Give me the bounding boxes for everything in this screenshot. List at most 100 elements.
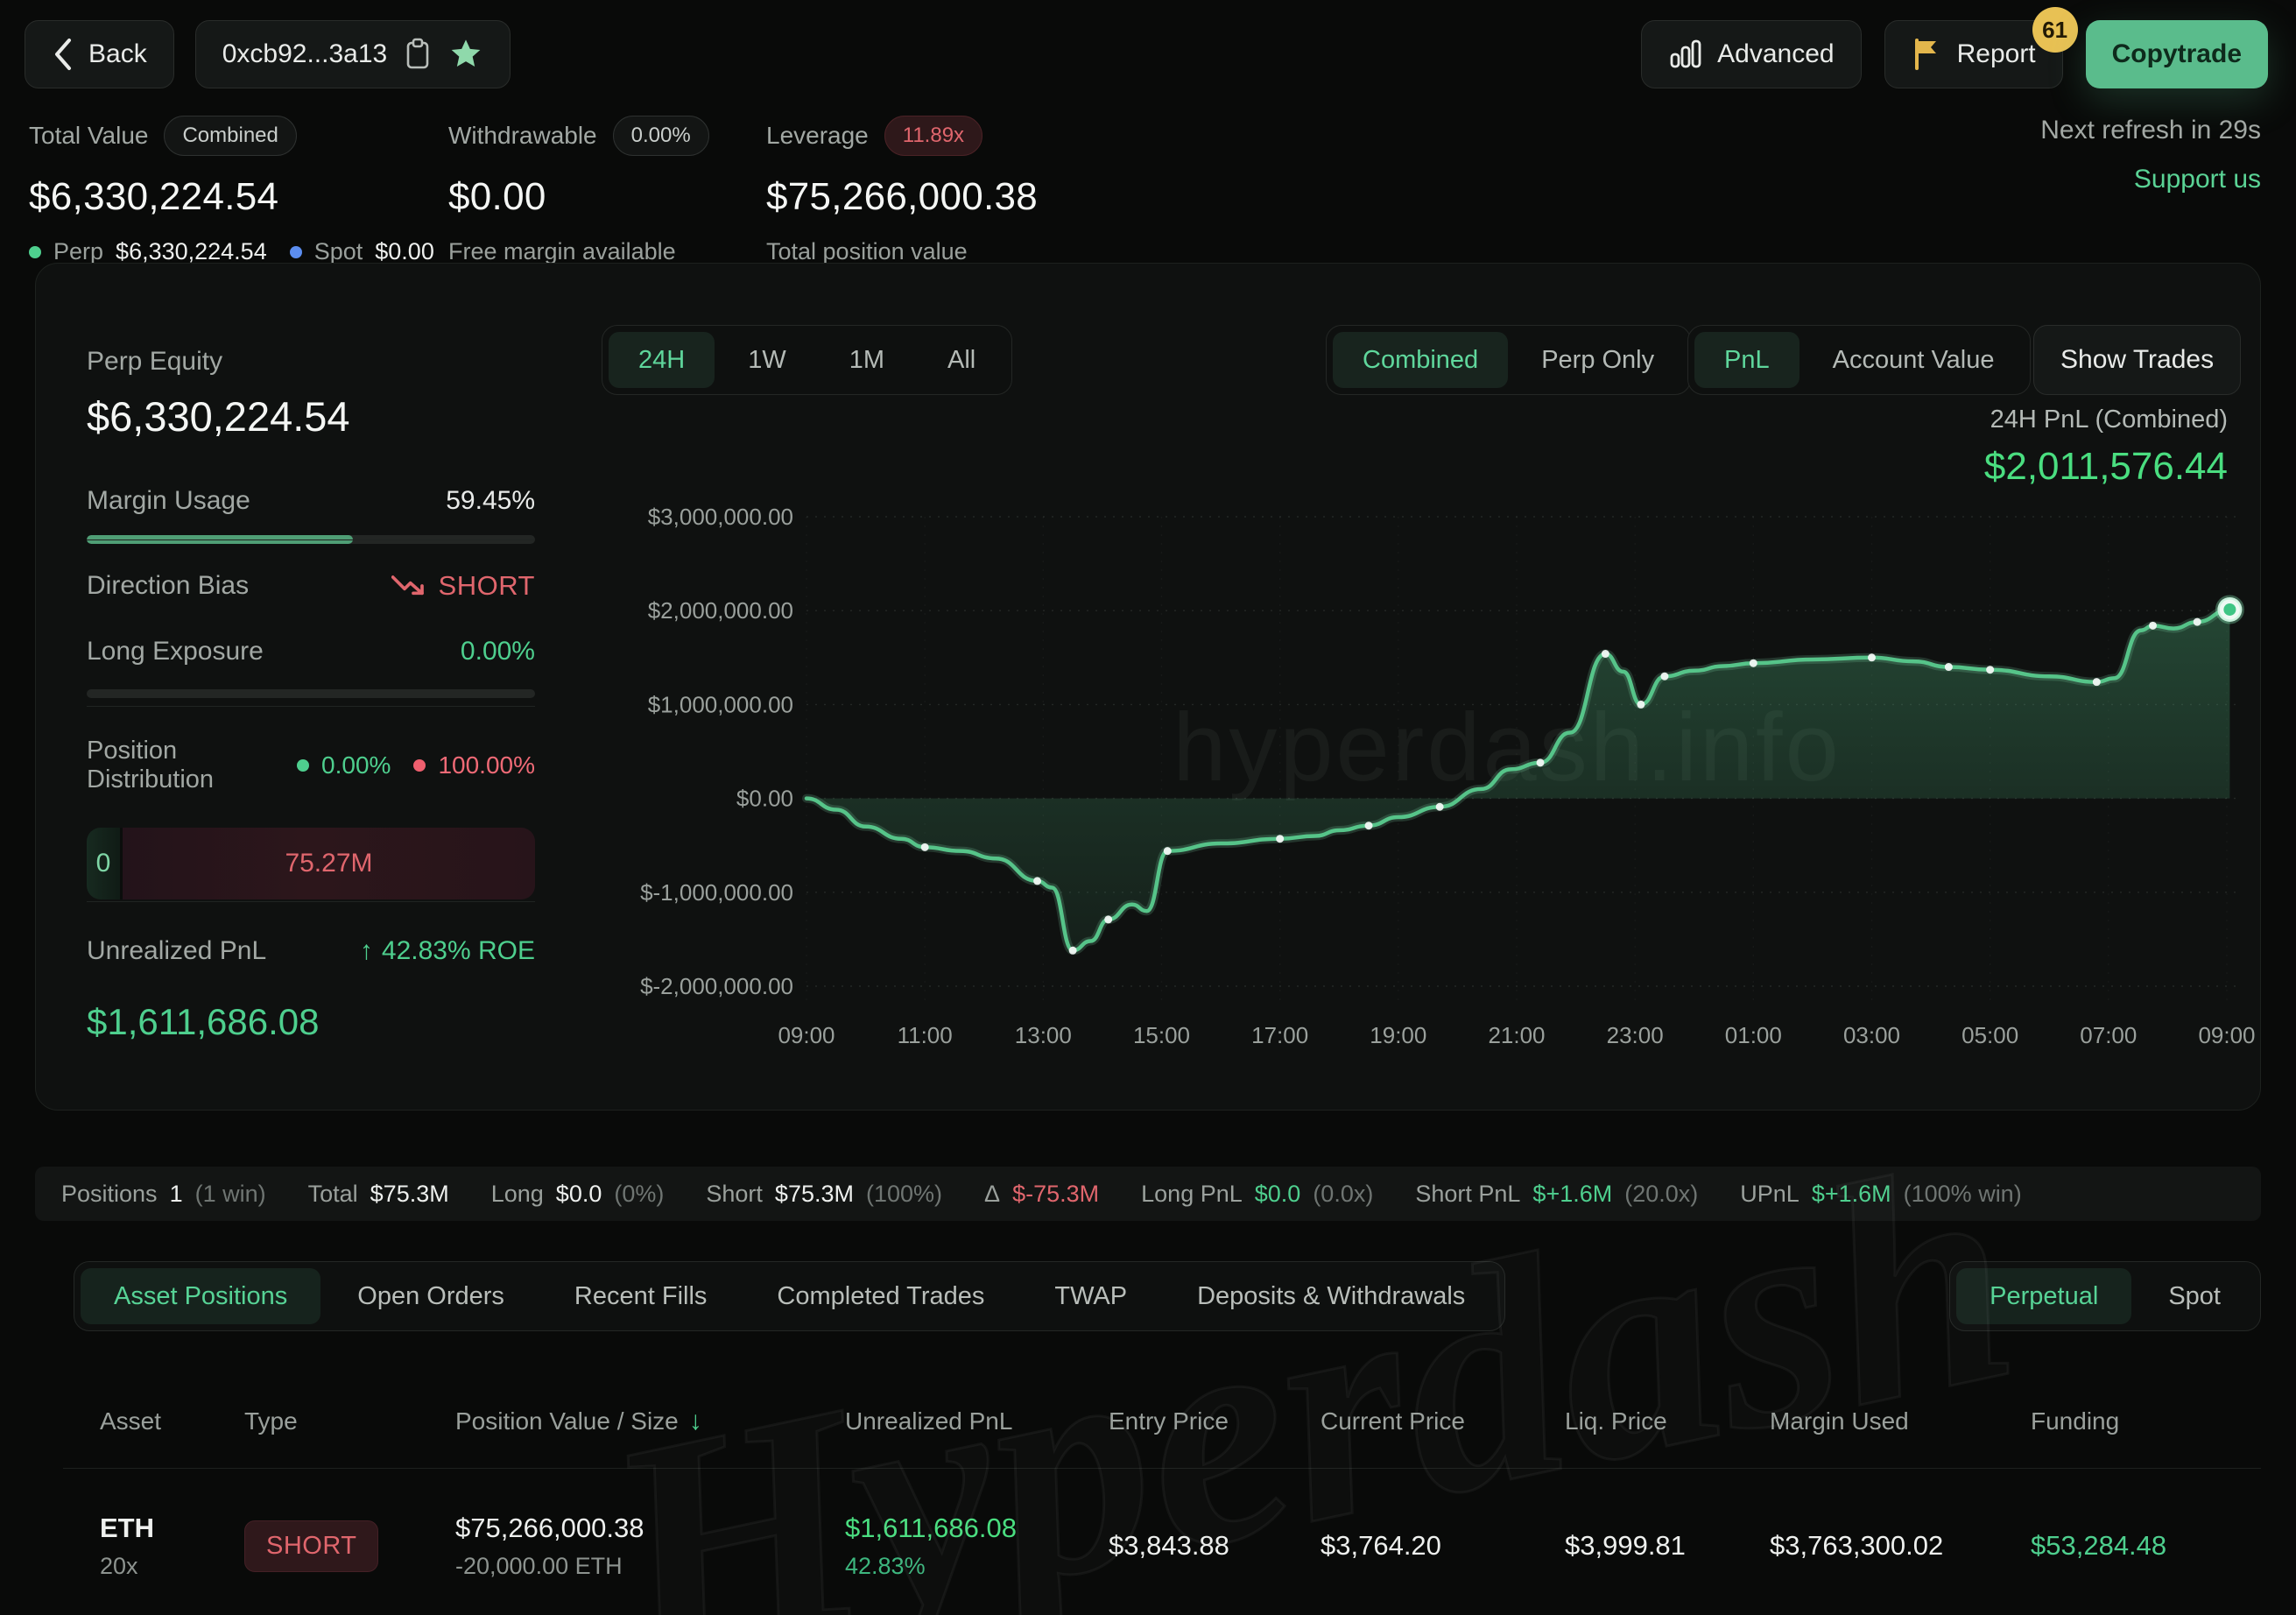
refresh-area: Next refresh in 29s Support us <box>2040 116 2261 194</box>
chart-point <box>1365 822 1373 829</box>
col-header-current-price[interactable]: Current Price <box>1321 1407 1565 1435</box>
chart-point <box>1033 877 1041 885</box>
stat-withdrawable: Withdrawable 0.00% $0.00 Free margin ava… <box>448 116 709 265</box>
withdrawable-sub: Free margin available <box>448 238 676 265</box>
long-exposure-label: Long Exposure <box>87 637 264 666</box>
unrealized-pnl-cell: $1,611,686.08 <box>845 1513 1109 1544</box>
margin-used-cell: $3,763,300.02 <box>1770 1530 2031 1562</box>
col-header-unrealized-pnl[interactable]: Unrealized PnL <box>845 1407 1109 1435</box>
advanced-button[interactable]: Advanced <box>1641 20 1861 88</box>
y-axis-tick: $3,000,000.00 <box>648 504 793 530</box>
arrow-up-icon: ↑ <box>360 936 373 966</box>
direction-bias-section: Direction Bias SHORT Long Exposure 0.00% <box>87 570 535 698</box>
chart-point <box>2093 678 2101 686</box>
leverage-amount: $75,266,000.38 <box>766 175 1038 219</box>
pnl-chart[interactable]: $3,000,000.00$2,000,000.00$1,000,000.00$… <box>614 478 2269 1061</box>
star-icon[interactable] <box>448 37 483 72</box>
direction-bias-value: SHORT <box>439 570 535 602</box>
mode-tab-group: CombinedPerp Only <box>1326 325 1691 395</box>
mode-tab-combined[interactable]: Combined <box>1333 332 1508 388</box>
tab-asset-positions[interactable]: Asset Positions <box>81 1268 320 1324</box>
withdrawable-amount: $0.00 <box>448 175 709 219</box>
report-button[interactable]: Report 61 <box>1884 20 2063 88</box>
back-button[interactable]: Back <box>25 20 174 88</box>
x-axis-tick: 13:00 <box>1015 1022 1072 1048</box>
asset-cell: ETH <box>100 1513 244 1544</box>
range-tab-24h[interactable]: 24H <box>609 332 715 388</box>
long-legend-dot-icon <box>297 759 309 772</box>
pnl-headline-label: 24H PnL (Combined) <box>1984 406 2228 434</box>
tab-deposits-withdrawals[interactable]: Deposits & Withdrawals <box>1164 1268 1498 1324</box>
header-right: Advanced Report 61 Copytrade <box>1641 20 2268 88</box>
address-text: 0xcb92...3a13 <box>222 39 387 69</box>
y-axis-tick: $1,000,000.00 <box>648 691 793 717</box>
leverage-sub: Total position value <box>766 238 968 265</box>
tab-twap[interactable]: TWAP <box>1021 1268 1160 1324</box>
col-header-funding[interactable]: Funding <box>2031 1407 2261 1435</box>
show-trades-label: Show Trades <box>2060 345 2214 375</box>
summary-short: Short$75.3M(100%) <box>706 1181 942 1208</box>
margin-usage-label: Margin Usage <box>87 486 250 516</box>
x-axis-tick: 09:00 <box>2198 1022 2255 1048</box>
clipboard-icon[interactable] <box>405 38 431 71</box>
chart-point <box>1104 915 1112 923</box>
funding-cell: $53,284.48 <box>2031 1530 2261 1562</box>
distribution-long-pct: 0.00% <box>321 751 391 779</box>
metric-tab-pnl[interactable]: PnL <box>1694 332 1799 388</box>
leverage-badge: 11.89x <box>884 116 982 156</box>
col-header-entry-price[interactable]: Entry Price <box>1109 1407 1321 1435</box>
liq-price-cell: $3,999.81 <box>1565 1530 1770 1562</box>
distribution-short-segment: 75.27M <box>123 828 535 899</box>
divider <box>87 901 535 902</box>
chart-point <box>1750 659 1757 667</box>
chart-point <box>1945 663 1953 671</box>
withdrawable-label: Withdrawable <box>448 122 597 150</box>
address-pill[interactable]: 0xcb92...3a13 <box>195 20 511 88</box>
positions-table-row[interactable]: ETH 20x SHORT $75,266,000.38 -20,000.00 … <box>100 1489 2261 1603</box>
leverage-label: Leverage <box>766 122 869 150</box>
tab-open-orders[interactable]: Open Orders <box>324 1268 538 1324</box>
back-label: Back <box>88 39 147 69</box>
range-tab-1w[interactable]: 1W <box>718 332 816 388</box>
flag-icon <box>1912 37 1943 72</box>
show-trades-button[interactable]: Show Trades <box>2033 325 2241 395</box>
range-tab-1m[interactable]: 1M <box>820 332 914 388</box>
total-value-amount: $6,330,224.54 <box>29 175 434 219</box>
long-exposure-bar <box>87 689 535 698</box>
summary-short-pnl: Short PnL$+1.6M(20.0x) <box>1415 1181 1698 1208</box>
chart-point <box>1537 758 1545 766</box>
col-header-type[interactable]: Type <box>244 1407 455 1435</box>
market-tab-perpetual[interactable]: Perpetual <box>1956 1268 2131 1324</box>
col-header-margin-used[interactable]: Margin Used <box>1770 1407 2031 1435</box>
tab-recent-fills[interactable]: Recent Fills <box>541 1268 741 1324</box>
range-tab-all[interactable]: All <box>918 332 1005 388</box>
chart-point <box>1868 653 1876 661</box>
bar-chart-icon <box>1668 37 1703 72</box>
col-header-asset[interactable]: Asset <box>100 1407 244 1435</box>
x-axis-tick: 17:00 <box>1251 1022 1308 1048</box>
summary--: Δ$-75.3M <box>984 1181 1099 1208</box>
col-header-position-value-size[interactable]: Position Value / Size↓ <box>455 1407 845 1436</box>
arrow-down-icon: ↓ <box>689 1407 702 1436</box>
copytrade-button[interactable]: Copytrade <box>2086 20 2268 88</box>
metric-tab-account-value[interactable]: Account Value <box>1803 332 2025 388</box>
perp-equity-section: Perp Equity $6,330,224.54 Margin Usage 5… <box>87 347 535 544</box>
combined-badge[interactable]: Combined <box>164 116 296 156</box>
pnl-headline: 24H PnL (Combined) $2,011,576.44 <box>1984 406 2228 489</box>
stat-leverage: Leverage 11.89x $75,266,000.38 Total pos… <box>766 116 1038 265</box>
spot-label: Spot <box>314 238 363 265</box>
stat-total-value: Total Value Combined $6,330,224.54 Perp … <box>29 116 434 265</box>
table-header-divider <box>63 1468 2261 1469</box>
col-header-liq-price[interactable]: Liq. Price <box>1565 1407 1770 1435</box>
x-axis-tick: 09:00 <box>778 1022 835 1048</box>
chart-point <box>1436 803 1444 811</box>
unrealized-pnl-pct-cell: 42.83% <box>845 1553 1109 1580</box>
support-us-link[interactable]: Support us <box>2134 165 2261 194</box>
mode-tab-perp-only[interactable]: Perp Only <box>1511 332 1684 388</box>
x-axis-tick: 19:00 <box>1370 1022 1426 1048</box>
asset-leverage: 20x <box>100 1553 244 1580</box>
distribution-label: Position Distribution <box>87 737 274 794</box>
market-tab-spot[interactable]: Spot <box>2135 1268 2254 1324</box>
market-toggle-group: PerpetualSpot <box>1949 1261 2261 1331</box>
tab-completed-trades[interactable]: Completed Trades <box>743 1268 1018 1324</box>
